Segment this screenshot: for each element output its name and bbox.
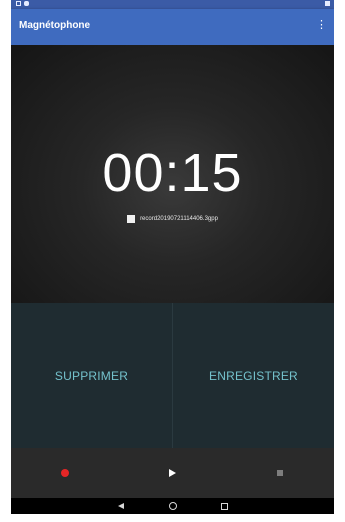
- playback-controls: [11, 448, 334, 498]
- nav-back-button[interactable]: [114, 499, 128, 513]
- battery-icon: [325, 1, 330, 6]
- back-icon: [117, 503, 124, 509]
- notification-icon: [16, 1, 21, 6]
- nav-home-button[interactable]: [166, 499, 180, 513]
- play-icon: [168, 469, 176, 477]
- stop-button[interactable]: [260, 458, 300, 488]
- status-bar: [11, 0, 334, 9]
- timer-panel: 00:15 record20190721114406.3gpp: [11, 45, 334, 303]
- nav-recents-button[interactable]: [218, 499, 232, 513]
- record-button[interactable]: [45, 458, 85, 488]
- status-bar-right: [325, 1, 330, 6]
- lock-icon: [24, 1, 29, 6]
- device-screen: Magnétophone ⋮ 00:15 record2019072111440…: [11, 0, 334, 514]
- app-bar: Magnétophone ⋮: [11, 9, 334, 45]
- recording-filename: record20190721114406.3gpp: [140, 216, 218, 222]
- recording-timer: 00:15: [102, 143, 243, 203]
- app-title: Magnétophone: [19, 20, 91, 31]
- more-vert-icon[interactable]: ⋮: [316, 20, 327, 31]
- system-nav-bar: [11, 498, 334, 514]
- play-button[interactable]: [152, 458, 192, 488]
- action-panel: SUPPRIMER ENREGISTRER: [11, 303, 334, 448]
- recents-icon: [221, 502, 228, 510]
- status-bar-left: [16, 1, 29, 6]
- save-button[interactable]: ENREGISTRER: [173, 303, 334, 448]
- recording-file-row: record20190721114406.3gpp: [11, 215, 334, 223]
- home-icon: [168, 502, 177, 510]
- delete-button[interactable]: SUPPRIMER: [11, 303, 173, 448]
- record-dot-icon: [60, 469, 69, 477]
- stop-icon: [277, 470, 284, 476]
- file-checkbox[interactable]: [127, 215, 136, 223]
